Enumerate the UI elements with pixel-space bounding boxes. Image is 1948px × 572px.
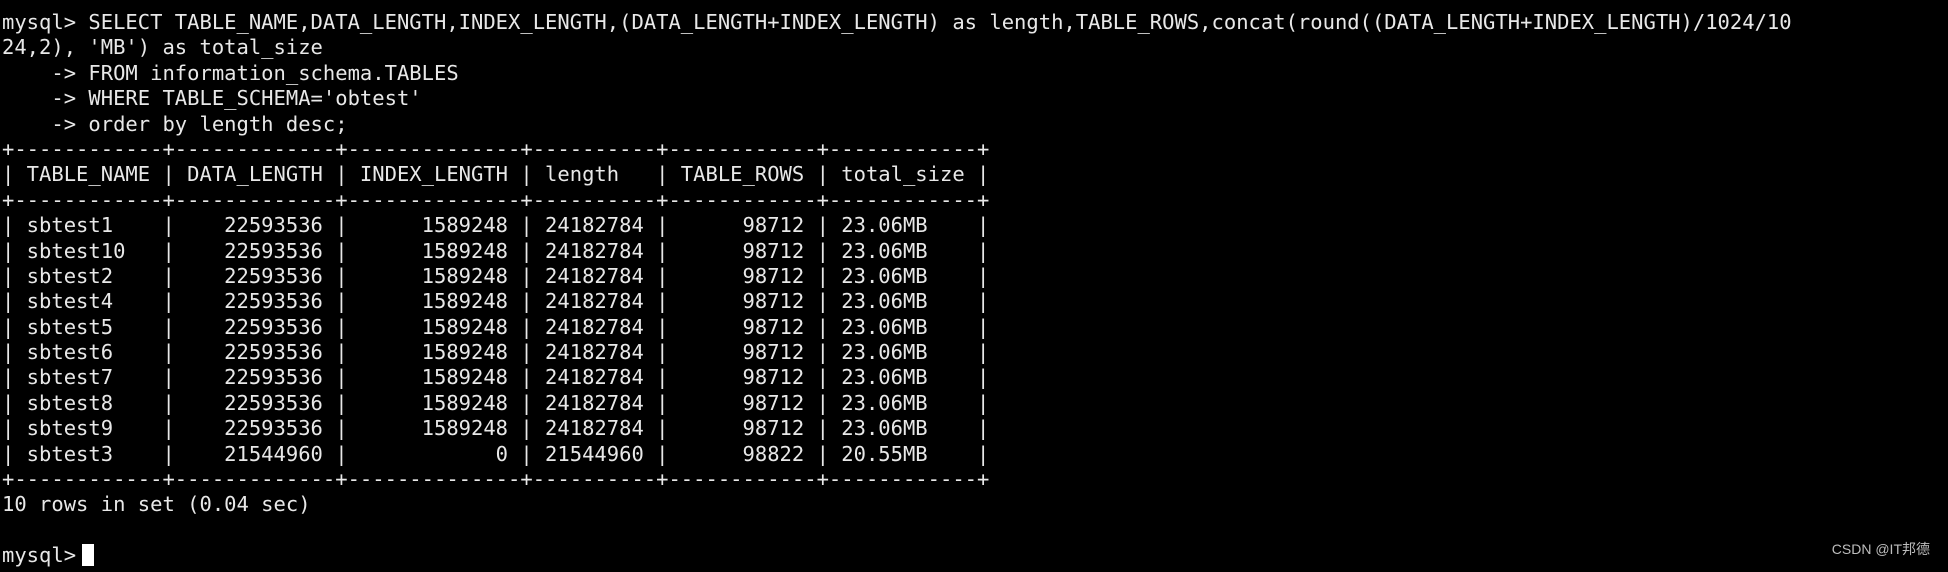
- sql-command-line-2: 24,2), 'MB') as total_size: [2, 35, 323, 60]
- table-row: | sbtest10 | 22593536 | 1589248 | 241827…: [2, 238, 990, 263]
- sql-command-line-5: -> order by length desc;: [2, 111, 348, 136]
- table-row: | sbtest3 | 21544960 | 0 | 21544960 | 98…: [2, 441, 990, 466]
- table-row: | sbtest5 | 22593536 | 1589248 | 2418278…: [2, 314, 990, 339]
- table-row: | sbtest9 | 22593536 | 1589248 | 2418278…: [2, 416, 990, 441]
- text-cursor[interactable]: [82, 544, 95, 567]
- table-header-row: | TABLE_NAME | DATA_LENGTH | INDEX_LENGT…: [2, 162, 990, 187]
- table-header-border: +------------+-------------+------------…: [2, 187, 990, 212]
- table-row: | sbtest2 | 22593536 | 1589248 | 2418278…: [2, 263, 990, 288]
- table-bottom-border: +------------+-------------+------------…: [2, 467, 990, 492]
- terminal-window[interactable]: mysql> SELECT TABLE_NAME,DATA_LENGTH,IND…: [0, 0, 1948, 572]
- table-row: | sbtest6 | 22593536 | 1589248 | 2418278…: [2, 340, 990, 365]
- table-top-border: +------------+-------------+------------…: [2, 136, 990, 161]
- result-summary: 10 rows in set (0.04 sec): [2, 492, 311, 517]
- mysql-prompt: mysql>: [2, 543, 77, 568]
- table-row: | sbtest8 | 22593536 | 1589248 | 2418278…: [2, 390, 990, 415]
- watermark: CSDN @IT邦德: [1831, 540, 1930, 557]
- sql-command-line-4: -> WHERE TABLE_SCHEMA='obtest': [2, 86, 422, 111]
- sql-command-line-1: mysql> SELECT TABLE_NAME,DATA_LENGTH,IND…: [2, 10, 1792, 34]
- table-row: | sbtest7 | 22593536 | 1589248 | 2418278…: [2, 365, 990, 390]
- prompt-line[interactable]: mysql>: [2, 543, 1948, 568]
- table-row: | sbtest1 | 22593536 | 1589248 | 2418278…: [2, 213, 990, 238]
- sql-command-line-3: -> FROM information_schema.TABLES: [2, 60, 459, 85]
- table-row: | sbtest4 | 22593536 | 1589248 | 2418278…: [2, 289, 990, 314]
